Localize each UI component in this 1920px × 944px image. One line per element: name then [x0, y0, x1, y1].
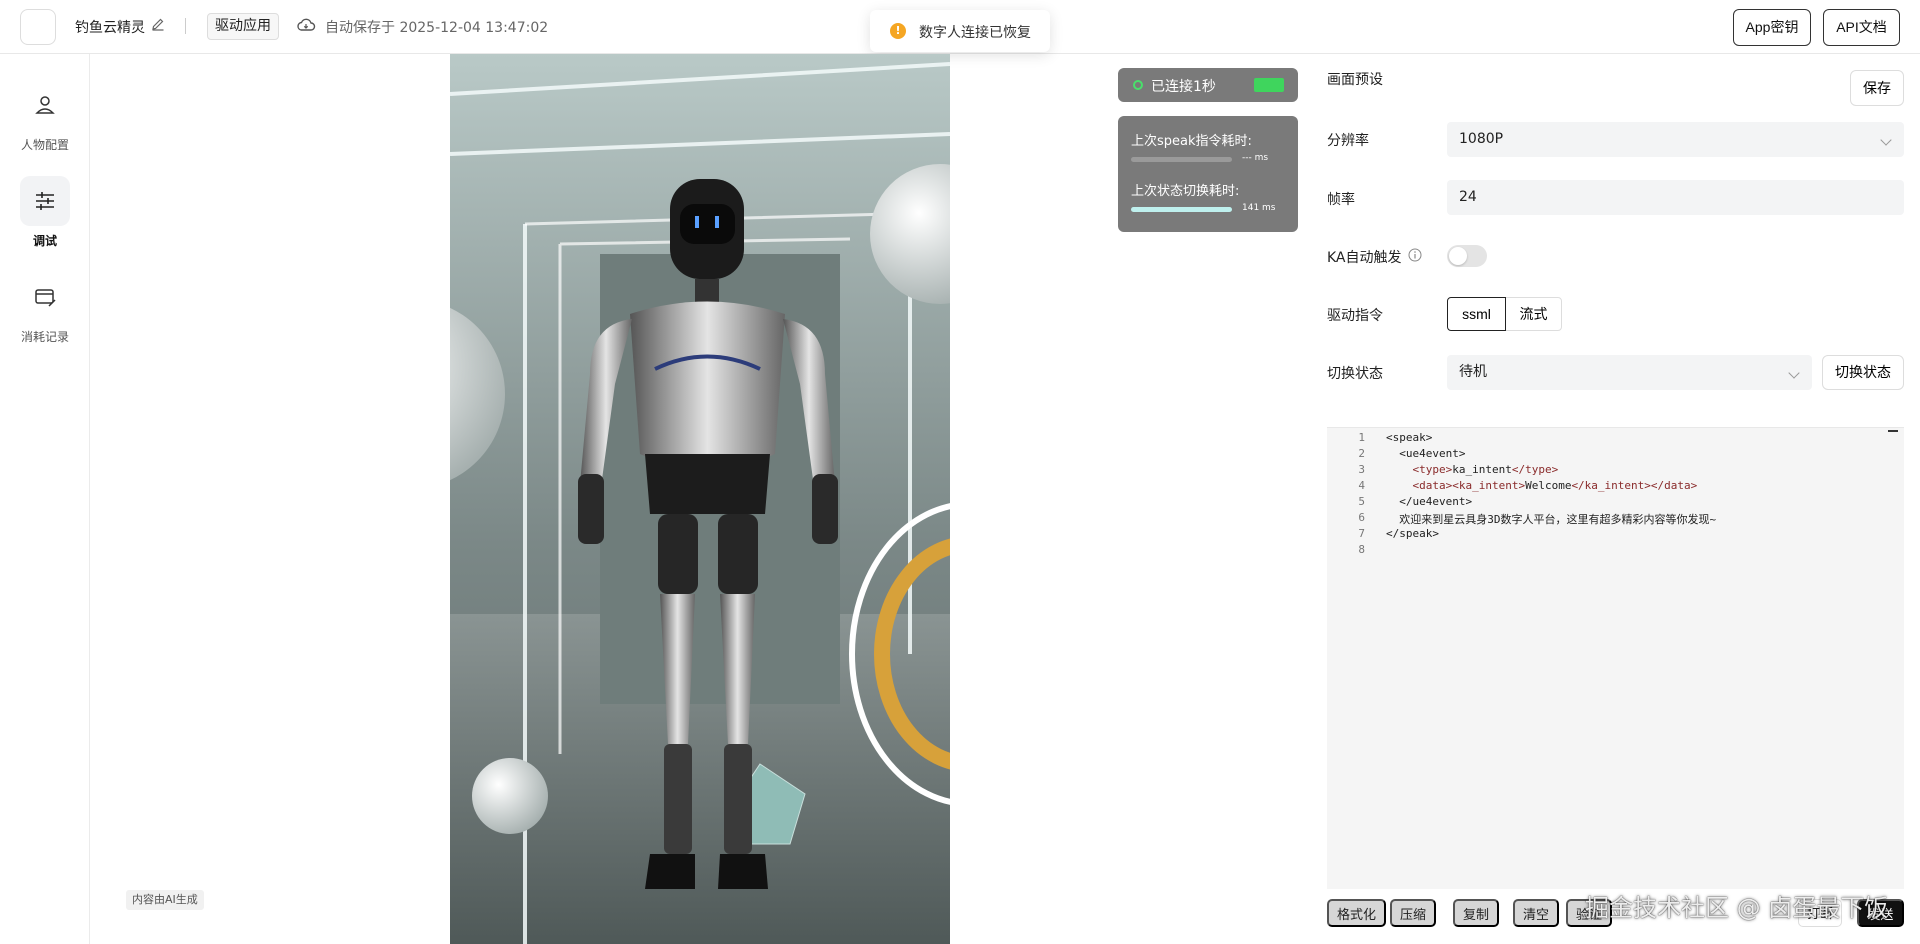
sidebar-item-label: 人物配置	[20, 138, 69, 152]
code-line: <type>ka_intent</type>	[1386, 463, 1559, 476]
line-number: 5	[1358, 495, 1365, 508]
code-line: </ue4event>	[1386, 495, 1473, 508]
code-line: <data><ka_intent>Welcome</ka_intent></da…	[1386, 479, 1698, 492]
line-number: 3	[1358, 463, 1365, 476]
api-doc-button[interactable]: API文档	[1823, 9, 1900, 46]
sidebar-item-character[interactable]: 人物配置	[0, 80, 90, 153]
drive-option-stream[interactable]: 流式	[1505, 297, 1562, 331]
resolution-label: 分辨率	[1327, 133, 1369, 149]
resolution-select[interactable]: 1080P	[1447, 122, 1904, 157]
format-button[interactable]: 格式化	[1327, 899, 1387, 927]
sliders-icon	[20, 176, 70, 226]
ka-auto-trigger-toggle[interactable]	[1447, 245, 1487, 267]
switch-state-label: 切换状态	[1327, 366, 1383, 382]
copy-button[interactable]: 复制	[1453, 899, 1500, 927]
clear-button[interactable]: 清空	[1513, 899, 1560, 927]
edit-icon[interactable]	[151, 17, 165, 31]
fps-input[interactable]: 24	[1447, 180, 1904, 215]
line-number: 6	[1358, 511, 1365, 524]
line-number: 2	[1358, 447, 1365, 460]
line-number: 1	[1358, 431, 1365, 444]
sidebar-item-usage[interactable]: 消耗记录	[0, 272, 90, 345]
collapse-icon[interactable]	[1888, 430, 1898, 432]
cloud-save-icon	[297, 18, 316, 31]
info-icon[interactable]	[1408, 248, 1422, 262]
save-button[interactable]: 保存	[1850, 70, 1904, 106]
line-number: 4	[1358, 479, 1365, 492]
card-icon	[20, 272, 70, 322]
divider	[185, 18, 186, 34]
preset-label: 画面预设	[1327, 72, 1383, 88]
chevron-down-icon	[1788, 367, 1800, 379]
switch-state-button[interactable]: 切换状态	[1822, 355, 1904, 390]
line-number: 8	[1358, 543, 1365, 556]
code-line: 欢迎来到星云具身3D数字人平台，这里有超多精彩内容等你发现~	[1386, 513, 1717, 526]
code-line: </speak>	[1386, 527, 1439, 540]
live-indicator	[1254, 78, 1284, 92]
connection-status: 已连接1秒	[1118, 68, 1298, 102]
ka-auto-trigger-label: KA自动触发	[1327, 250, 1402, 266]
speak-latency-value: --- ms	[1242, 153, 1269, 163]
warning-icon: !	[890, 23, 906, 39]
toast-notification: ! 数字人连接已恢复	[870, 10, 1050, 52]
ai-generated-badge: 内容由AI生成	[126, 890, 204, 910]
app-name: 钓鱼云精灵	[75, 20, 145, 36]
state-select[interactable]: 待机	[1447, 355, 1812, 390]
person-icon	[20, 80, 70, 130]
switch-latency-value: 141 ms	[1242, 203, 1276, 213]
sidebar-item-debug[interactable]: 调试	[0, 176, 90, 249]
app-key-button[interactable]: App密钥	[1733, 9, 1811, 46]
app-logo[interactable]	[20, 9, 56, 45]
code-line: <speak>	[1386, 431, 1433, 444]
sidebar: 人物配置 调试 消耗记录	[0, 54, 90, 944]
line-number: 7	[1358, 527, 1365, 540]
latency-panel: 上次speak指令耗时: --- ms 上次状态切换耗时: 141 ms	[1118, 116, 1298, 232]
toggle-knob	[1449, 247, 1467, 265]
chevron-down-icon	[1880, 134, 1892, 146]
toast-message: 数字人连接已恢复	[919, 25, 1031, 41]
ssml-code-editor[interactable]: 1 2 3 4 5 6 7 8 <speak> <ue4event> <type…	[1327, 427, 1904, 889]
switch-latency-bar	[1131, 207, 1232, 212]
watermark: 掘金技术社区 @ 卤蛋最下饭	[1585, 894, 1889, 922]
compress-button[interactable]: 压缩	[1390, 899, 1437, 927]
drive-option-ssml[interactable]: ssml	[1447, 297, 1506, 331]
digital-human-preview	[450, 54, 950, 944]
speak-latency-bar	[1131, 157, 1232, 162]
connection-status-text: 已连接1秒	[1151, 79, 1216, 95]
sidebar-item-label: 消耗记录	[20, 330, 69, 344]
state-value: 待机	[1459, 364, 1487, 380]
speak-latency-label: 上次speak指令耗时:	[1131, 134, 1252, 149]
switch-latency-label: 上次状态切换耗时:	[1131, 184, 1240, 199]
fps-value: 24	[1459, 189, 1477, 205]
code-line: <ue4event>	[1386, 447, 1466, 460]
app-type-tag: 驱动应用	[207, 13, 279, 40]
robot-scene-image	[450, 54, 950, 944]
sidebar-item-label: 调试	[32, 234, 57, 248]
autosave-status: 自动保存于 2025-12-04 13:47:02	[325, 20, 549, 36]
status-dot-icon	[1133, 80, 1143, 90]
resolution-value: 1080P	[1459, 131, 1504, 147]
fps-label: 帧率	[1327, 192, 1355, 208]
drive-command-label: 驱动指令	[1327, 308, 1383, 324]
